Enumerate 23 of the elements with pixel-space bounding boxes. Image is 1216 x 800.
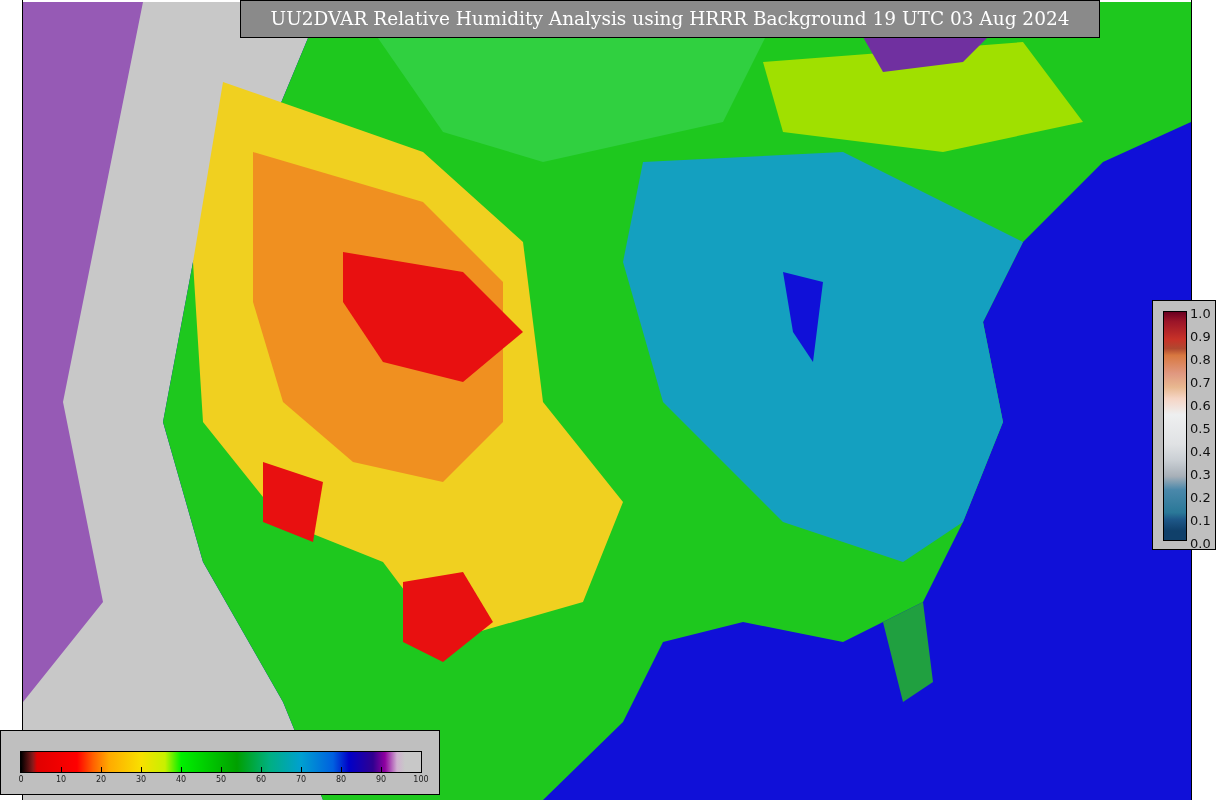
tick-label: 0 xyxy=(18,775,24,784)
tick-label: 0.7 xyxy=(1190,374,1211,392)
tick-label: 10 xyxy=(55,775,67,784)
tick-label: 0.1 xyxy=(1190,512,1211,530)
tick-label: 0.4 xyxy=(1190,443,1211,461)
tick-label: 40 xyxy=(175,775,187,784)
tick-label: 70 xyxy=(295,775,307,784)
tick-label: 0.3 xyxy=(1190,466,1211,484)
tick-label: 0.8 xyxy=(1190,351,1211,369)
tick-label: 0.2 xyxy=(1190,489,1211,507)
tick-label: 90 xyxy=(375,775,387,784)
tick-label: 0.0 xyxy=(1190,535,1211,553)
tick-label: 1.0 xyxy=(1190,305,1211,323)
tick-label: 20 xyxy=(95,775,107,784)
tick-label: 80 xyxy=(335,775,347,784)
map-title: UU2DVAR Relative Humidity Analysis using HRRR Background 19 UTC 03 Aug 2024 xyxy=(240,0,1100,38)
tick-label: 0.6 xyxy=(1190,397,1211,415)
tick-label: 30 xyxy=(135,775,147,784)
tick-label: 0.9 xyxy=(1190,328,1211,346)
tick-label: 60 xyxy=(255,775,267,784)
tick-label: 0.5 xyxy=(1190,420,1211,438)
tick-label: 50 xyxy=(215,775,227,784)
tick-label: 100 xyxy=(413,775,429,784)
